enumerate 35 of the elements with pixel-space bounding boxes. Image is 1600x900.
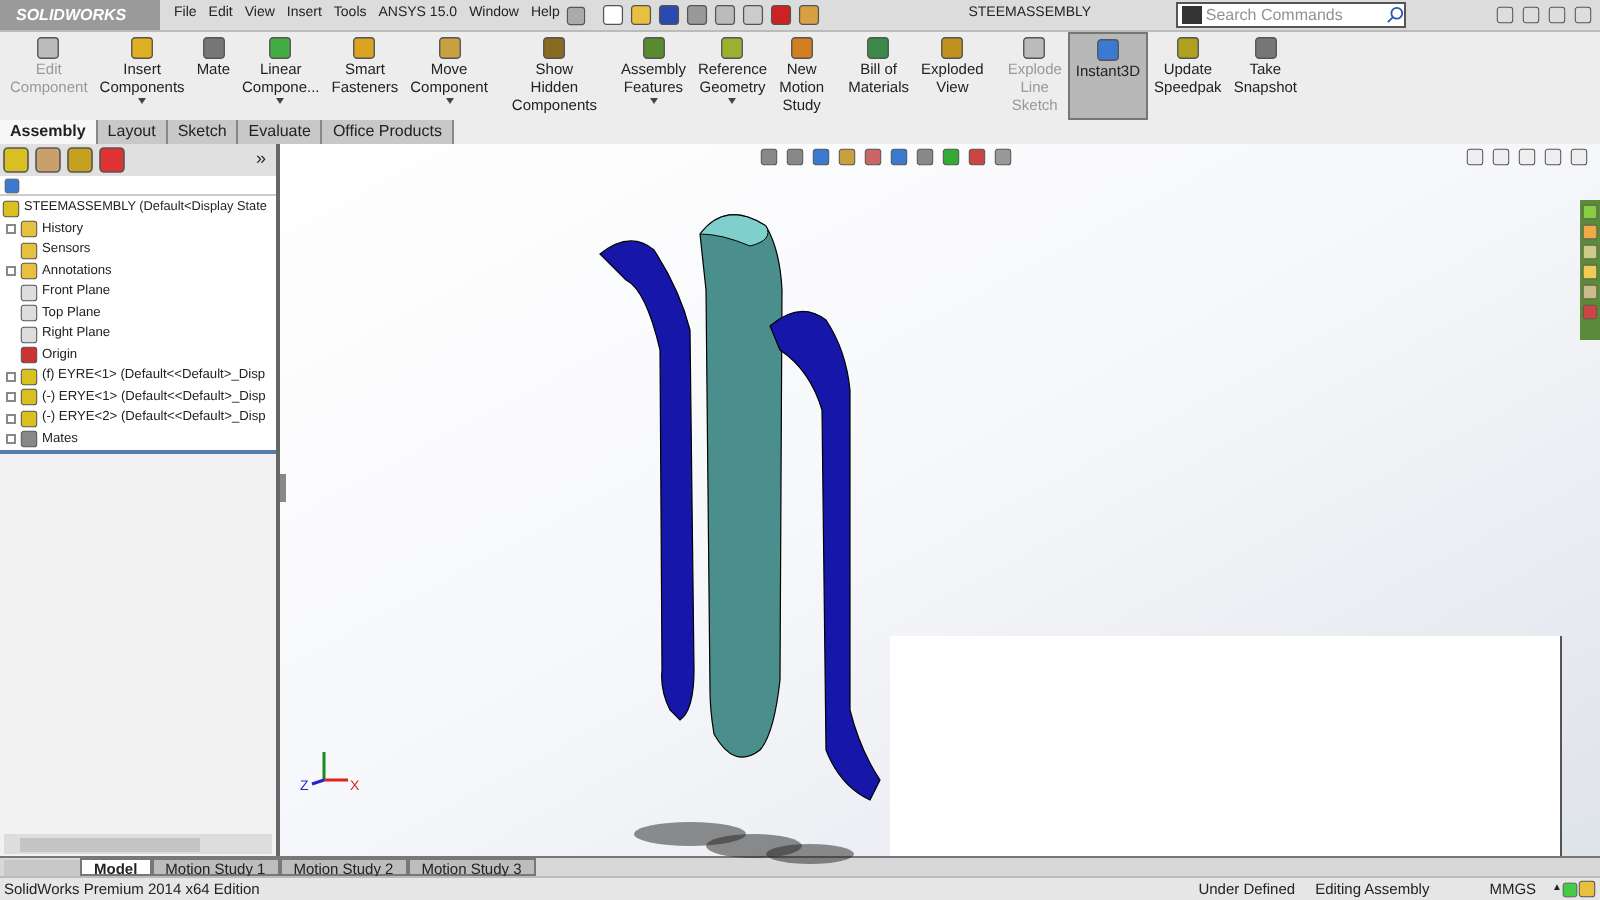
command-tab[interactable]: Layout <box>97 120 168 144</box>
tool-icon <box>720 36 745 60</box>
command-tab[interactable]: Office Products <box>322 120 454 144</box>
tool-icon <box>268 36 293 60</box>
command-prompt-icon <box>1181 6 1202 24</box>
command-tab[interactable]: Sketch <box>167 120 239 144</box>
tool-icon <box>36 36 61 60</box>
command-tab[interactable]: Evaluate <box>238 120 323 144</box>
expand-panel-button[interactable]: » <box>255 146 274 174</box>
tool-icon <box>1175 36 1200 60</box>
app-logo: SOLIDWORKS <box>0 0 160 30</box>
search-box[interactable]: Search Commands <box>1175 2 1406 28</box>
panel-splitter-handle[interactable] <box>280 474 286 502</box>
expand-icon[interactable] <box>6 371 16 382</box>
expand-icon[interactable] <box>6 413 16 424</box>
expand-icon[interactable] <box>6 266 16 277</box>
search-icon <box>1385 6 1404 24</box>
tool-icon <box>1022 36 1047 60</box>
tool-icon <box>940 36 965 60</box>
tool-icon <box>1253 36 1278 60</box>
tool-icon <box>130 36 155 60</box>
tool-icon <box>542 36 567 60</box>
tool-icon <box>789 36 814 60</box>
command-tab[interactable]: Assembly <box>0 120 98 144</box>
search-field[interactable]: Search Commands <box>1205 3 1386 27</box>
tool-icon <box>1095 38 1120 62</box>
tool-icon <box>866 36 891 60</box>
tool-icon <box>201 36 226 60</box>
horizontal-scrollbar[interactable] <box>4 834 272 854</box>
tool-icon <box>352 36 377 60</box>
tool-icon <box>437 36 462 60</box>
expand-icon[interactable] <box>6 224 16 235</box>
expand-icon[interactable] <box>6 392 16 403</box>
expand-icon[interactable] <box>6 434 16 445</box>
tool-icon <box>641 36 666 60</box>
